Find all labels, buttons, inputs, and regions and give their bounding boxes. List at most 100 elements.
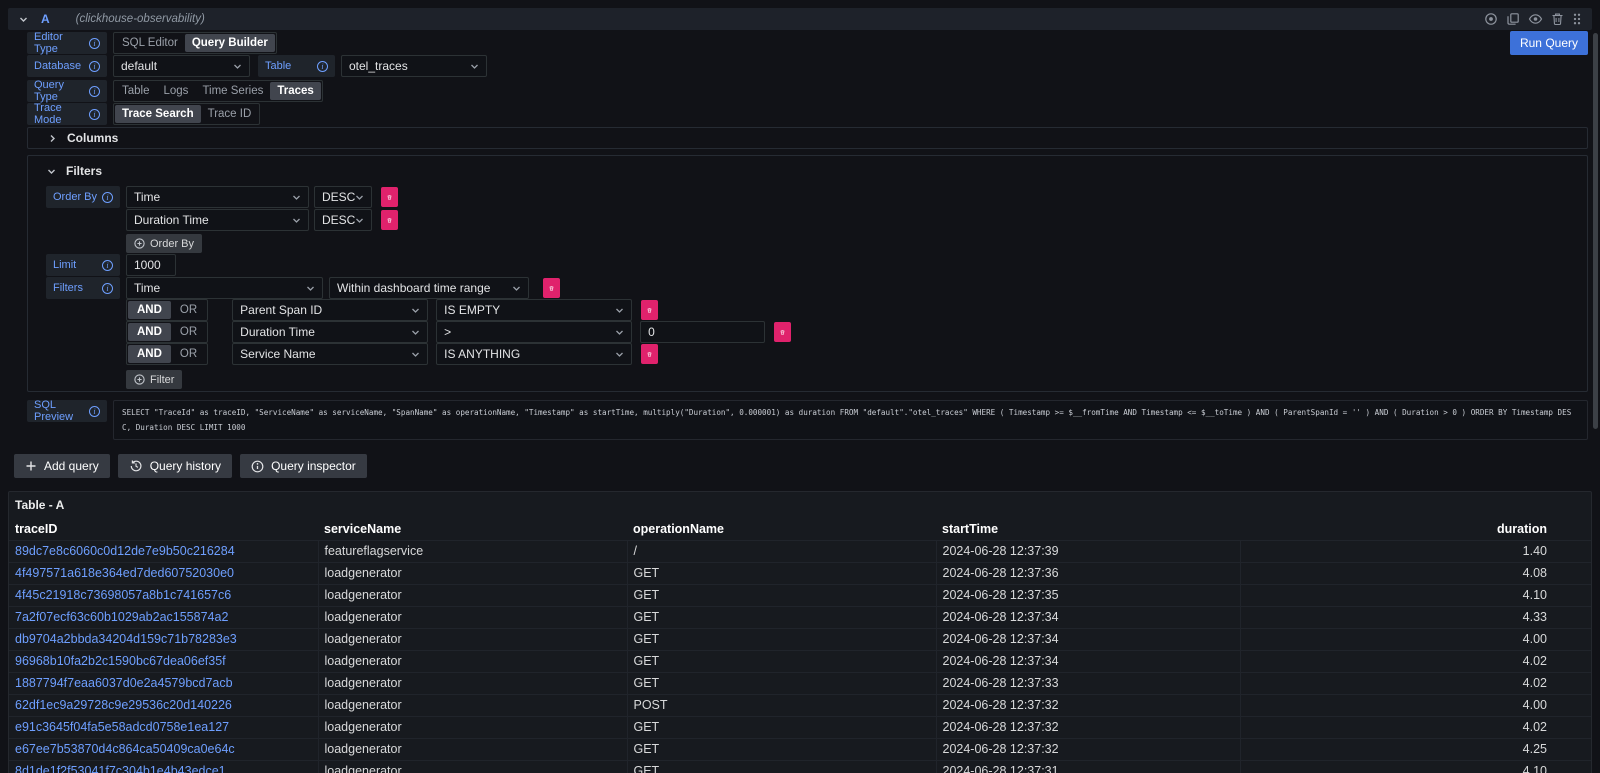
option-and[interactable]: AND	[128, 345, 171, 363]
query-inspector-button[interactable]: Query inspector	[240, 454, 367, 478]
order-by-field-select[interactable]: Duration Time	[126, 209, 309, 231]
option-trace-id[interactable]: Trace ID	[201, 105, 259, 123]
column-header-duration[interactable]: duration	[1240, 518, 1591, 540]
cell-operationname: GET	[627, 672, 936, 694]
run-query-button[interactable]: Run Query	[1510, 31, 1588, 55]
order-by-row: Duration TimeDESC	[126, 209, 398, 231]
filter-field-select[interactable]: Parent Span ID	[232, 299, 428, 321]
trace-id-link[interactable]: 4f45c21918c73698057a8b1c741657c6	[15, 588, 231, 602]
info-icon[interactable]: i	[89, 406, 100, 417]
remove-filter-button[interactable]	[543, 278, 560, 298]
cell-servicename: loadgenerator	[318, 760, 627, 773]
filters-section-header[interactable]: Filters	[46, 162, 1569, 180]
add-filter-button[interactable]: Filter	[126, 370, 182, 389]
trace-id-link[interactable]: 89dc7e8c6060c0d12de7e9b50c216284	[15, 544, 235, 558]
trace-id-link[interactable]: db9704a2bbda34204d159c71b78283e3	[15, 632, 237, 646]
remove-order-by-button[interactable]	[381, 187, 398, 207]
table-row: 89dc7e8c6060c0d12de7e9b50c216284featuref…	[9, 540, 1591, 562]
trace-id-link[interactable]: 8d1de1f2f53041f7c304b1e4b43edce1	[15, 764, 226, 773]
order-by-direction-select[interactable]: DESC	[314, 209, 372, 231]
label-text: Limit	[53, 259, 76, 271]
trace-id-link[interactable]: e91c3645f04fa5e58adcd0758e1ea127	[15, 720, 229, 734]
info-icon[interactable]: i	[317, 61, 328, 72]
info-icon[interactable]: i	[89, 109, 100, 120]
column-header-traceid[interactable]: traceID	[9, 518, 318, 540]
filter-field-select[interactable]: Time	[126, 277, 323, 299]
query-history-button[interactable]: Query history	[118, 454, 232, 478]
chevron-right-icon	[47, 133, 58, 144]
option-time-series[interactable]: Time Series	[195, 82, 270, 100]
trace-id-link[interactable]: e67ee7b53870d4c864ca50409ca0e64c	[15, 742, 235, 756]
option-sql-editor[interactable]: SQL Editor	[115, 34, 185, 52]
trace-id-cell: 7a2f07ecf63c60b1029ab2ac155874a2	[9, 606, 318, 628]
info-icon[interactable]: i	[89, 86, 100, 97]
trace-mode-label: Trace Mode i	[27, 103, 107, 125]
option-or[interactable]: OR	[171, 301, 206, 319]
filter-operator-select[interactable]: >	[436, 321, 632, 343]
option-and[interactable]: AND	[128, 323, 171, 341]
column-header-starttime[interactable]: startTime	[936, 518, 1240, 540]
order-by-field-select[interactable]: Time	[126, 186, 309, 208]
editor-type-row: Editor Type i SQL EditorQuery Builder Ru…	[27, 32, 1588, 54]
drag-handle-icon[interactable]	[1572, 12, 1582, 26]
trace-id-cell: e91c3645f04fa5e58adcd0758e1ea127	[9, 716, 318, 738]
limit-input[interactable]	[126, 254, 176, 276]
filter-operator-select[interactable]: Within dashboard time range	[329, 277, 529, 299]
option-or[interactable]: OR	[171, 323, 206, 341]
add-order-by-wrap: Order By	[126, 234, 398, 253]
cell-starttime: 2024-06-28 12:37:32	[936, 738, 1240, 760]
trace-id-link[interactable]: 62df1ec9a29728c9e29536c20d140226	[15, 698, 232, 712]
database-select[interactable]: default	[113, 55, 250, 77]
remove-filter-button[interactable]	[774, 322, 791, 342]
info-icon[interactable]: i	[102, 283, 113, 294]
record-icon[interactable]	[1484, 12, 1498, 26]
option-and[interactable]: AND	[128, 301, 171, 319]
option-trace-search[interactable]: Trace Search	[115, 105, 201, 123]
trace-id-link[interactable]: 4f497571a618e364ed7ded60752030e0	[15, 566, 234, 580]
add-query-button[interactable]: Add query	[14, 454, 110, 478]
button-label: Order By	[150, 238, 194, 250]
option-or[interactable]: OR	[171, 345, 206, 363]
option-traces[interactable]: Traces	[270, 82, 320, 100]
cell-duration: 1.40	[1240, 540, 1591, 562]
trace-id-link[interactable]: 7a2f07ecf63c60b1029ab2ac155874a2	[15, 610, 228, 624]
label-text: Order By	[53, 191, 97, 203]
remove-order-by-button[interactable]	[381, 210, 398, 230]
chevron-down-icon	[615, 306, 624, 315]
filter-value-input[interactable]	[640, 321, 765, 343]
info-icon[interactable]: i	[102, 260, 113, 271]
eye-icon[interactable]	[1528, 12, 1543, 26]
option-logs[interactable]: Logs	[157, 82, 196, 100]
trash-icon[interactable]	[1551, 12, 1564, 26]
add-order-by-button[interactable]: Order By	[126, 234, 202, 253]
duplicate-icon[interactable]	[1506, 12, 1520, 26]
circle-plus-icon	[134, 238, 145, 249]
trace-id-cell: 1887794f7eaa6037d0e2a4579bcd7acb	[9, 672, 318, 694]
order-by-direction-select[interactable]: DESC	[314, 186, 372, 208]
scrollbar-thumb[interactable]	[1593, 33, 1598, 429]
remove-filter-button[interactable]	[641, 300, 658, 320]
filter-field-select[interactable]: Duration Time	[232, 321, 428, 343]
collapse-chevron-icon[interactable]	[18, 14, 29, 25]
info-icon[interactable]: i	[89, 61, 100, 72]
option-query-builder[interactable]: Query Builder	[185, 34, 275, 52]
table-header-row: traceIDserviceNameoperationNamestartTime…	[9, 518, 1591, 540]
trace-id-link[interactable]: 96968b10fa2b2c1590bc67dea06ef35f	[15, 654, 226, 668]
filter-operator-select[interactable]: IS EMPTY	[436, 299, 632, 321]
query-row-header[interactable]: A (clickhouse-observability)	[8, 8, 1592, 30]
filter-field-select[interactable]: Service Name	[232, 343, 428, 365]
trace-mode-radio-group: Trace SearchTrace ID	[113, 103, 260, 125]
info-icon[interactable]: i	[102, 192, 113, 203]
info-icon[interactable]: i	[89, 38, 100, 49]
filter-operator-select[interactable]: IS ANYTHING	[436, 343, 632, 365]
table-select[interactable]: otel_traces	[341, 55, 487, 77]
columns-section-header[interactable]: Columns	[27, 127, 1588, 149]
database-table-row: Database i default Table i otel_traces	[27, 55, 1588, 77]
cell-starttime: 2024-06-28 12:37:33	[936, 672, 1240, 694]
filter-condition-row: ANDOR Duration Time >	[126, 321, 791, 343]
option-table[interactable]: Table	[115, 82, 157, 100]
column-header-servicename[interactable]: serviceName	[318, 518, 627, 540]
column-header-operationname[interactable]: operationName	[627, 518, 936, 540]
trace-id-link[interactable]: 1887794f7eaa6037d0e2a4579bcd7acb	[15, 676, 233, 690]
remove-filter-button[interactable]	[641, 344, 658, 364]
